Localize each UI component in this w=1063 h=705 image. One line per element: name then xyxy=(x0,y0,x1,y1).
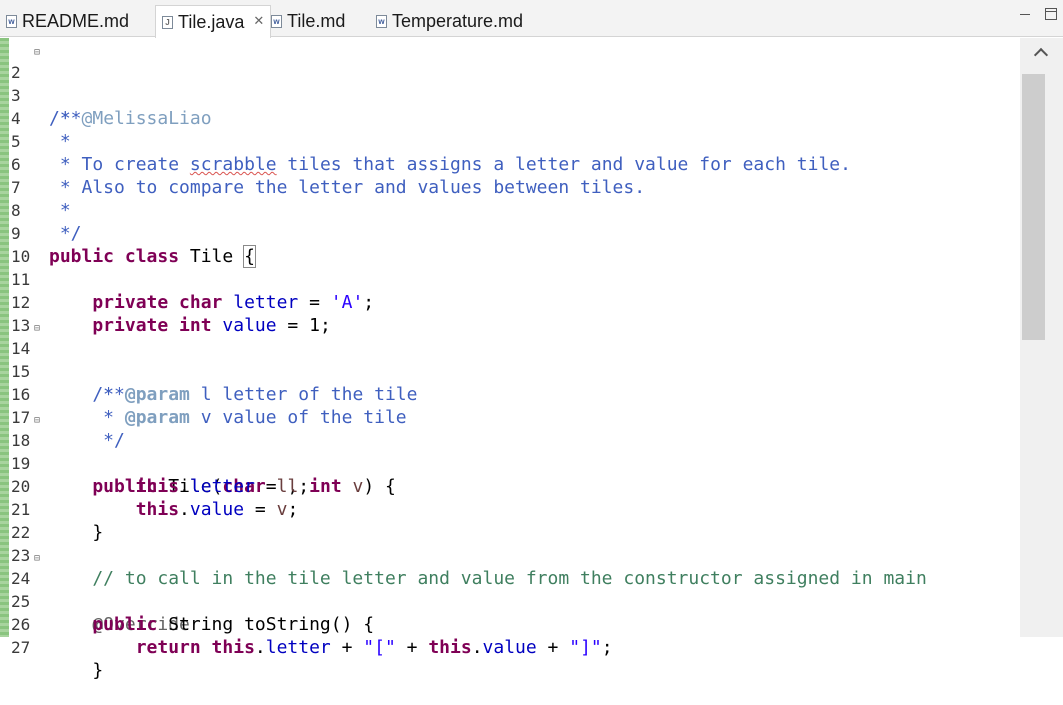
tab-temperature-md[interactable]: w Temperature.md xyxy=(376,6,523,37)
code-line: 19 this.letter = l; xyxy=(0,429,1020,497)
code-line: 22 xyxy=(0,498,1020,542)
markdown-file-icon: w xyxy=(376,15,387,28)
window-controls xyxy=(1019,8,1057,20)
code-line: 3 * @MelissaLiao xyxy=(0,61,1020,129)
scroll-up-arrow-icon[interactable] xyxy=(1020,38,1063,68)
tab-readme[interactable]: w README.md xyxy=(6,6,129,37)
code-line: 15 * @param l letter of the tile xyxy=(0,337,1020,405)
tab-label: Tile.java xyxy=(178,11,245,32)
maximize-icon[interactable] xyxy=(1045,8,1057,20)
markdown-file-icon: w xyxy=(271,15,282,28)
code-line: 27 } xyxy=(0,613,1020,681)
code-line: 9 public class Tile { xyxy=(0,199,1020,268)
code-line: 11 private char letter = 'A'; xyxy=(0,245,1020,313)
code-line: 10 xyxy=(0,222,1020,266)
tab-label: Temperature.md xyxy=(392,11,524,31)
code-line: 13 xyxy=(0,291,1020,335)
tab-label: Tile.md xyxy=(287,11,346,31)
markdown-file-icon: w xyxy=(6,15,17,28)
code-token: "]" xyxy=(569,637,602,658)
code-token: "[" xyxy=(363,637,396,658)
code-line: 14 ⊟ /** xyxy=(0,314,1020,405)
code-token: + xyxy=(330,637,364,658)
code-line: 4 * xyxy=(0,84,1020,152)
code-line: 20 this.value = v; xyxy=(0,452,1020,520)
code-line: 7 * xyxy=(0,153,1020,221)
editor-tab-bar: w README.md J Tile.java ✕ w Tile.md w Te… xyxy=(0,0,1063,38)
tab-tile-java[interactable]: J Tile.java ✕ xyxy=(155,5,272,38)
code-line: 25 public String toString() { xyxy=(0,567,1020,635)
code-line: 8 */ xyxy=(0,176,1020,244)
scrollbar-thumb[interactable] xyxy=(1022,74,1045,340)
code-token: return this xyxy=(49,637,255,658)
code-line: 26 return this.letter + "[" + this.value… xyxy=(0,590,1020,658)
code-token: value xyxy=(482,637,537,658)
code-line: 21 } xyxy=(0,475,1020,543)
minimize-icon[interactable] xyxy=(1019,8,1031,20)
code-line: 5 * To create scrabble tiles that assign… xyxy=(0,107,1020,175)
tab-tile-md[interactable]: w Tile.md xyxy=(271,6,345,37)
code-token: ; xyxy=(601,637,613,658)
code-text: } xyxy=(49,660,104,681)
code-editor[interactable]: 2 ⊟ /** 3 * @MelissaLiao 4 * 5 * To crea… xyxy=(0,38,1063,681)
code-token: this xyxy=(428,637,472,658)
tab-label: README.md xyxy=(22,11,130,31)
code-token: . xyxy=(254,637,266,658)
code-line: 18 ⊟ public Tile(char l, int v) { xyxy=(0,406,1020,497)
code-line: 16 * @param v value of the tile xyxy=(0,360,1020,428)
code-line: 17 */ xyxy=(0,383,1020,451)
code-token: + xyxy=(536,637,570,658)
code-line: 6 * Also to compare the letter and value… xyxy=(0,130,1020,198)
code-token: letter xyxy=(265,637,331,658)
code-line: 23 // to call in the tile letter and val… xyxy=(0,521,1020,589)
code-token: . xyxy=(471,637,483,658)
line-number: 27 xyxy=(11,638,31,657)
code-line: 12 private int value = 1; xyxy=(0,268,1020,336)
close-icon[interactable]: ✕ xyxy=(253,13,264,29)
code-token: + xyxy=(395,637,429,658)
code-line: 2 ⊟ /** xyxy=(0,38,1020,129)
code-line: 24 ⊟ @Override xyxy=(0,544,1020,635)
vertical-scrollbar[interactable] xyxy=(1020,38,1063,637)
java-file-icon: J xyxy=(162,15,173,29)
